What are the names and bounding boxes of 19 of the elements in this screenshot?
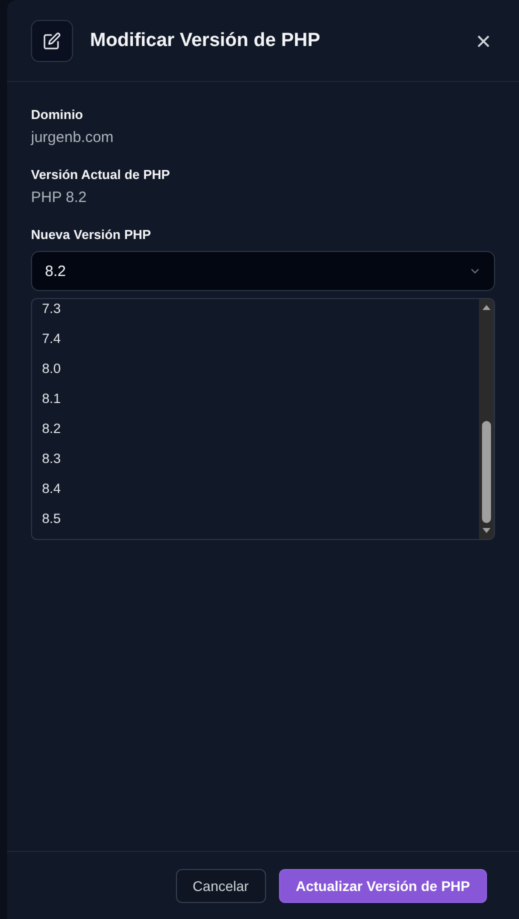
field-value: PHP 8.2 — [31, 189, 88, 206]
field-label: Nueva Versión PHP — [31, 227, 152, 242]
version-option[interactable]: 7.3 — [32, 299, 479, 323]
version-select[interactable]: 8.2 — [31, 251, 495, 291]
cancel-button[interactable]: Cancelar — [176, 868, 266, 902]
update-button[interactable]: Actualizar Versión de PHP — [278, 868, 487, 902]
dialog-title: Modificar Versión de PHP — [90, 30, 322, 52]
close-button[interactable]: × — [472, 28, 495, 54]
version-option[interactable]: 8.2 — [32, 413, 479, 443]
version-option[interactable]: 8.4 — [32, 473, 479, 503]
version-option[interactable]: 8.3 — [32, 443, 479, 473]
version-option[interactable]: 8.0 — [32, 353, 479, 383]
field-value: jurgenb.com — [31, 129, 115, 146]
version-option[interactable]: 8.5 — [32, 503, 479, 533]
version-option[interactable]: 7.4 — [32, 323, 479, 353]
field-label: Versión Actual de PHP — [31, 167, 171, 182]
version-option[interactable]: 8.1 — [32, 383, 479, 413]
edit-icon — [43, 32, 61, 50]
field-label: Dominio — [31, 107, 84, 122]
